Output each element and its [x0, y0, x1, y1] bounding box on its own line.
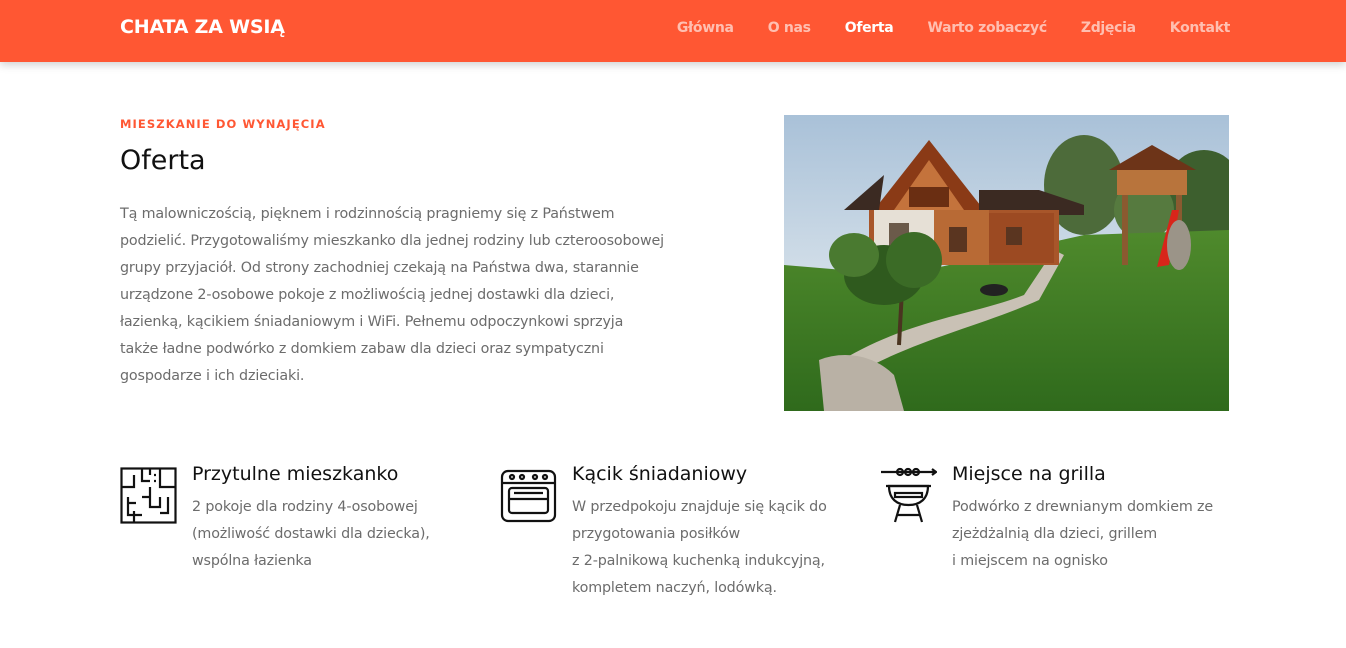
cottage-photo	[784, 115, 1229, 411]
nav-link-glowna[interactable]: Główna	[677, 20, 734, 36]
stove-icon	[500, 467, 557, 524]
page-title: Oferta	[120, 145, 206, 176]
main-nav: Główna O nas Oferta Warto zobaczyć Zdjęc…	[643, 20, 1230, 36]
nav-link-o-nas[interactable]: O nas	[768, 20, 811, 36]
brand-logo-link[interactable]: CHATA ZA WSIĄ	[120, 16, 285, 38]
feature-description: W przedpokoju znajduje się kącik do przy…	[572, 499, 827, 596]
feature-title: Kącik śniadaniowy	[572, 463, 748, 485]
top-navbar: CHATA ZA WSIĄ Główna O nas Oferta Warto …	[0, 0, 1346, 62]
nav-link-oferta[interactable]: Oferta	[845, 20, 894, 36]
feature-description: Podwórko z drewnianym domkiem ze zjeżdża…	[952, 499, 1214, 569]
grill-icon	[880, 467, 938, 524]
feature-title: Miejsce na grilla	[952, 463, 1106, 485]
nav-link-zdjecia[interactable]: Zdjęcia	[1081, 20, 1136, 36]
nav-link-kontakt[interactable]: Kontakt	[1170, 20, 1231, 36]
intro-paragraph: Tą malowniczością, pięknem i rodzinności…	[120, 206, 664, 384]
floor-plan-icon	[120, 467, 177, 524]
feature-description: 2 pokoje dla rodziny 4-osobowej (możliwo…	[192, 499, 430, 569]
nav-link-warto-zobaczyc[interactable]: Warto zobaczyć	[927, 20, 1047, 36]
section-eyebrow: MIESZKANIE DO WYNAJĘCIA	[120, 117, 326, 131]
feature-title: Przytulne mieszkanko	[192, 463, 399, 485]
